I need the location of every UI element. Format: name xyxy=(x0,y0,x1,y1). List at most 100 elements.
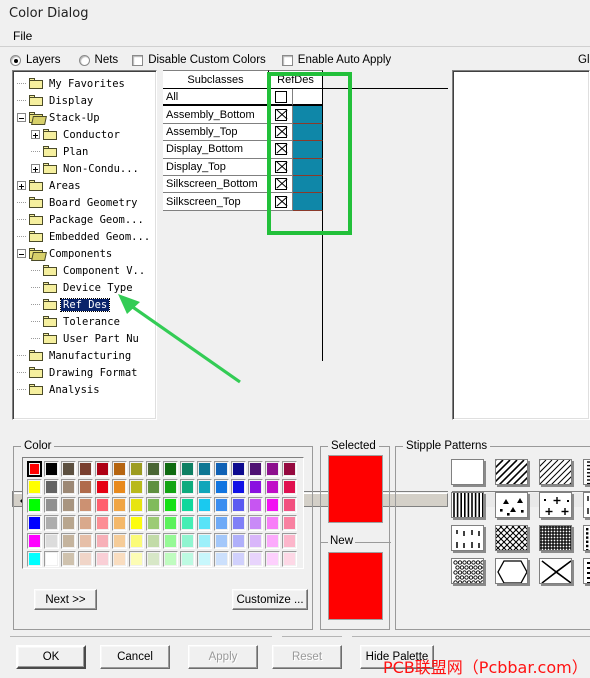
color-swatch[interactable] xyxy=(129,551,144,567)
color-swatch[interactable] xyxy=(163,515,178,531)
tree-item-non-condu[interactable]: Non-Condu... xyxy=(15,160,156,177)
color-swatch[interactable] xyxy=(265,533,280,549)
color-swatch[interactable] xyxy=(27,461,42,477)
table-row[interactable]: Silkscreen_Bottom xyxy=(163,175,448,194)
tree-minus-icon[interactable] xyxy=(17,113,26,122)
tree-item-stack-up[interactable]: Stack-Up xyxy=(15,109,156,126)
color-swatch[interactable] xyxy=(146,479,161,495)
color-swatch[interactable] xyxy=(180,515,195,531)
table-row[interactable]: Display_Top xyxy=(163,158,448,176)
color-swatch[interactable] xyxy=(146,533,161,549)
tree-plus-icon[interactable] xyxy=(17,181,26,190)
color-swatch[interactable] xyxy=(129,533,144,549)
tree-item-areas[interactable]: Areas xyxy=(15,177,156,194)
cell-visibility-checkbox[interactable] xyxy=(269,123,293,142)
color-swatch[interactable] xyxy=(214,479,229,495)
color-swatch[interactable] xyxy=(265,515,280,531)
color-swatch[interactable] xyxy=(214,515,229,531)
color-swatch[interactable] xyxy=(95,533,110,549)
checkbox-disable-custom-colors[interactable]: Disable Custom Colors xyxy=(132,54,266,66)
color-swatch[interactable] xyxy=(180,461,195,477)
tree-item-component-v[interactable]: Component V.. xyxy=(15,262,156,279)
tree-minus-icon[interactable] xyxy=(17,249,26,258)
tree-item-tolerance[interactable]: Tolerance xyxy=(15,313,156,330)
tree-item-board-geometry[interactable]: Board Geometry xyxy=(15,194,156,211)
color-swatch[interactable] xyxy=(231,479,246,495)
color-swatch[interactable] xyxy=(112,461,127,477)
color-swatch[interactable] xyxy=(95,461,110,477)
color-swatch[interactable] xyxy=(265,461,280,477)
tree-item-conductor[interactable]: Conductor xyxy=(15,126,156,143)
tree-item-manufacturing[interactable]: Manufacturing xyxy=(15,347,156,364)
color-swatch[interactable] xyxy=(180,479,195,495)
color-swatch[interactable] xyxy=(163,479,178,495)
radio-layers[interactable]: Layers xyxy=(10,54,61,66)
color-swatch[interactable] xyxy=(61,479,76,495)
color-swatch[interactable] xyxy=(78,497,93,513)
color-swatch[interactable] xyxy=(180,533,195,549)
cell-visibility-checkbox[interactable] xyxy=(269,89,293,107)
color-swatch[interactable] xyxy=(180,497,195,513)
column-header-subclasses[interactable]: Subclasses xyxy=(163,70,269,88)
table-row[interactable]: All xyxy=(163,89,448,107)
color-swatch[interactable] xyxy=(78,515,93,531)
cell-color-swatch[interactable] xyxy=(293,141,323,159)
color-swatch[interactable] xyxy=(248,497,263,513)
stipple-pattern-vertical-dots-dashes[interactable] xyxy=(451,525,484,551)
color-swatch[interactable] xyxy=(163,461,178,477)
color-swatch[interactable] xyxy=(282,497,297,513)
color-swatch[interactable] xyxy=(78,533,93,549)
color-swatch[interactable] xyxy=(231,533,246,549)
color-swatch[interactable] xyxy=(214,497,229,513)
color-swatch[interactable] xyxy=(197,515,212,531)
cell-visibility-checkbox[interactable] xyxy=(269,106,293,124)
color-swatch[interactable] xyxy=(146,497,161,513)
stipple-pattern-dotted-grid[interactable] xyxy=(583,525,590,551)
color-swatch[interactable] xyxy=(248,515,263,531)
color-swatch[interactable] xyxy=(112,551,127,567)
color-swatch[interactable] xyxy=(112,479,127,495)
color-swatch[interactable] xyxy=(163,551,178,567)
tree-plus-icon[interactable] xyxy=(31,164,40,173)
cell-color-swatch[interactable] xyxy=(293,193,323,211)
color-swatch[interactable] xyxy=(44,461,59,477)
tree-item-embedded-geom[interactable]: Embedded Geom... xyxy=(15,228,156,245)
stipple-pattern-vertical-dashes-sparse[interactable] xyxy=(583,492,590,518)
color-swatch[interactable] xyxy=(95,497,110,513)
color-swatch[interactable] xyxy=(27,497,42,513)
color-swatch[interactable] xyxy=(282,533,297,549)
tree-item-components[interactable]: Components xyxy=(15,245,156,262)
color-swatch[interactable] xyxy=(61,461,76,477)
color-swatch[interactable] xyxy=(61,497,76,513)
layer-tree-panel[interactable]: My Favorites Display Stack-Up Conductor Plan… xyxy=(12,70,157,420)
stipple-pattern-dense-grid[interactable] xyxy=(539,525,572,551)
color-swatch[interactable] xyxy=(146,461,161,477)
stipple-pattern-solid-blank[interactable] xyxy=(451,459,484,485)
color-palette-grid[interactable] xyxy=(23,458,303,569)
color-swatch[interactable] xyxy=(248,479,263,495)
color-swatch[interactable] xyxy=(129,479,144,495)
color-swatch[interactable] xyxy=(197,551,212,567)
color-swatch[interactable] xyxy=(214,551,229,567)
stipple-pattern-hexagon-outline[interactable] xyxy=(495,558,528,584)
color-swatch[interactable] xyxy=(248,461,263,477)
color-swatch[interactable] xyxy=(27,515,42,531)
color-swatch[interactable] xyxy=(180,551,195,567)
table-row[interactable]: Assembly_Top xyxy=(163,123,448,142)
table-row[interactable]: Display_Bottom xyxy=(163,141,448,159)
color-swatch[interactable] xyxy=(214,461,229,477)
color-swatch[interactable] xyxy=(265,551,280,567)
cell-color-swatch[interactable] xyxy=(293,89,323,107)
color-swatch[interactable] xyxy=(27,533,42,549)
color-swatch[interactable] xyxy=(44,515,59,531)
menu-item-file[interactable]: File xyxy=(9,28,36,44)
tree-item-ref-des[interactable]: Ref Des xyxy=(15,296,156,313)
color-swatch[interactable] xyxy=(248,533,263,549)
radio-nets[interactable]: Nets xyxy=(78,54,118,66)
color-swatch[interactable] xyxy=(146,515,161,531)
color-swatch[interactable] xyxy=(44,479,59,495)
color-swatch[interactable] xyxy=(44,551,59,567)
color-swatch[interactable] xyxy=(197,533,212,549)
stipple-pattern-diagonal-lines-right[interactable] xyxy=(495,459,528,485)
color-swatch[interactable] xyxy=(282,479,297,495)
